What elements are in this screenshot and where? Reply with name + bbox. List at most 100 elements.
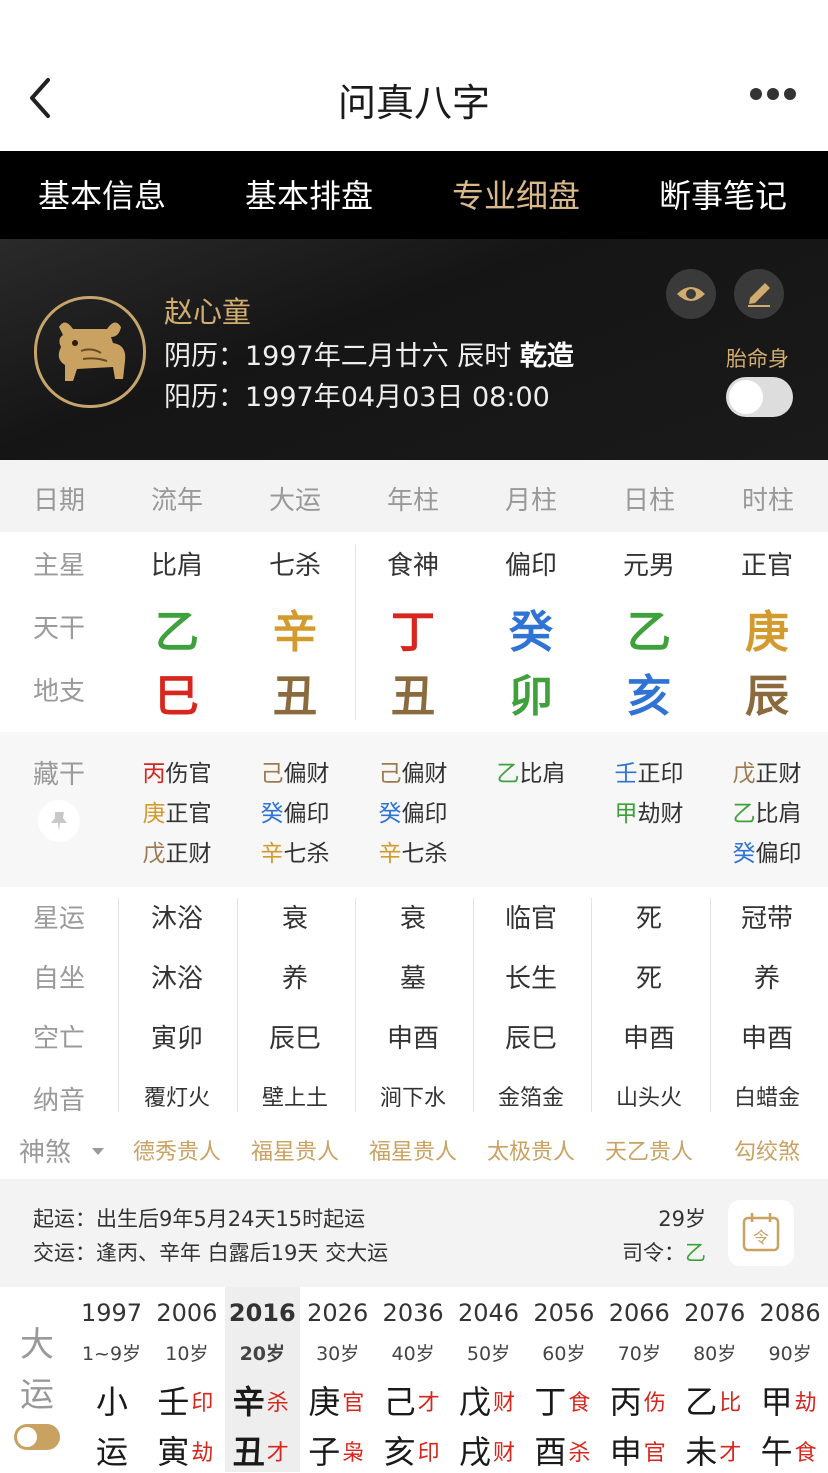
dayun-top-shishen: 伤: [643, 1391, 666, 1416]
canggan-stem: 丙: [142, 761, 166, 787]
calendar-button[interactable]: 令: [728, 1200, 794, 1266]
siling-line: 司令：乙: [622, 1237, 706, 1267]
shensha-cell[interactable]: 德秀贵人: [118, 1134, 236, 1166]
canggan-stem: 辛: [378, 841, 402, 867]
canggan-stem: 戊: [142, 841, 166, 867]
qiyun-label: 起运：: [33, 1207, 96, 1231]
tab-notes[interactable]: 断事笔记: [659, 171, 787, 217]
dayun-bottom-shishen: 杀: [568, 1441, 591, 1466]
edit-button[interactable]: [734, 269, 784, 319]
canggan-stem: 辛: [260, 841, 284, 867]
dayun-bottom-char: 亥: [383, 1433, 416, 1471]
shensha-cell[interactable]: 勾绞煞: [708, 1134, 826, 1166]
dayun-column[interactable]: 1997 1~9岁小运: [74, 1287, 149, 1472]
dayun-top-char: 丁: [534, 1383, 567, 1421]
dizhi-cell[interactable]: 巳: [118, 660, 236, 724]
dayun-column[interactable]: 2016 20岁辛杀丑才: [224, 1287, 300, 1472]
row-label-shensha[interactable]: 神煞: [0, 1132, 90, 1169]
tab-basic-chart[interactable]: 基本排盘: [245, 171, 373, 217]
dayun-top-char: 丙: [609, 1383, 642, 1421]
shensha-cell[interactable]: 福星贵人: [236, 1134, 354, 1166]
row-label-canggan: 藏干: [32, 760, 85, 790]
nayin-cell: 山头火: [615, 1086, 682, 1111]
canggan-stem: 乙: [732, 801, 756, 827]
dayun-age: 40岁: [391, 1343, 435, 1365]
canggan-item: 癸偏印: [236, 794, 354, 828]
dizhi-cell[interactable]: 亥: [590, 660, 708, 724]
tiangan-cell[interactable]: 庚: [708, 596, 826, 660]
canggan-stem: 癸: [378, 801, 402, 827]
qiyun-value: 出生后9年5月24天15时起运: [96, 1207, 366, 1231]
canggan-stem: 己: [260, 761, 284, 787]
shensha-dropdown-icon[interactable]: [91, 1147, 105, 1157]
col-liunian: 流年: [150, 486, 203, 516]
tiangan-cell[interactable]: 乙: [590, 596, 708, 660]
canggan-shishen: 伤官: [165, 761, 212, 787]
dayun-bottom-char: 戌: [459, 1433, 492, 1471]
dayun-top-shishen: 杀: [266, 1391, 289, 1416]
tiangan-cell[interactable]: 乙: [118, 596, 236, 660]
dayun-year: 2086: [759, 1299, 821, 1327]
tab-basic-info[interactable]: 基本信息: [38, 171, 166, 217]
dayun-toggle[interactable]: [14, 1424, 60, 1450]
pin-icon: [51, 812, 67, 831]
dayun-column[interactable]: 2046 50岁戊财戌财: [451, 1287, 526, 1472]
shensha-cell[interactable]: 天乙贵人: [590, 1134, 708, 1166]
dizhi-cell[interactable]: 辰: [708, 660, 826, 724]
gender-label: 乾造: [519, 341, 574, 372]
xingyun-cell: 冠带: [740, 904, 793, 934]
canggan-item: 癸偏印: [354, 794, 472, 828]
dizhi-cell[interactable]: 卯: [472, 660, 590, 724]
jiaoyun-value: 逢丙、辛年 白露后19天 交大运: [96, 1241, 389, 1265]
tiangan-cell[interactable]: 丁: [354, 596, 472, 660]
canggan-stem: 己: [378, 761, 402, 787]
tab-professional-chart[interactable]: 专业细盘: [452, 171, 580, 217]
kongwang-cell: 申酉: [386, 1024, 439, 1054]
zizuo-cell: 养: [753, 964, 780, 994]
canggan-item: 辛七杀: [236, 834, 354, 868]
dayun-top-char: 小: [96, 1383, 129, 1421]
dizhi-cell[interactable]: 丑: [354, 660, 472, 724]
tiangan-cell[interactable]: 辛: [236, 596, 354, 660]
dayun-column[interactable]: 2006 10岁壬印寅劫: [149, 1287, 224, 1472]
shensha-cell[interactable]: 福星贵人: [354, 1134, 472, 1166]
taiming-toggle[interactable]: [726, 377, 793, 417]
dayun-column[interactable]: 2076 80岁乙比未才: [677, 1287, 752, 1472]
dayun-column[interactable]: 2036 40岁己才亥印: [376, 1287, 451, 1472]
dayun-column[interactable]: 2026 30岁庚官子枭: [300, 1287, 375, 1472]
page-title: 问真八字: [337, 81, 490, 125]
zizuo-cell: 死: [635, 964, 662, 994]
more-icon[interactable]: [748, 88, 798, 108]
canggan-shishen: 正印: [637, 761, 684, 787]
dayun-column[interactable]: 2066 70岁丙伤申官: [602, 1287, 677, 1472]
solar-date: 阳历：1997年04月03日 08:00: [164, 375, 550, 414]
view-button[interactable]: [666, 269, 716, 319]
dayun-column[interactable]: 2086 90岁甲劫午食: [753, 1287, 828, 1472]
dayun-bottom-shishen: 食: [794, 1441, 817, 1466]
qiyun-info: 起运：出生后9年5月24天15时起运 交运：逢丙、辛年 白露后19天 交大运 2…: [0, 1179, 828, 1287]
row-label-zhuxing: 主星: [32, 551, 85, 581]
zhuxing-cell: 比肩: [150, 551, 203, 581]
nayin-cell: 涧下水: [379, 1086, 446, 1111]
solar-value: 1997年04月03日 08:00: [245, 382, 550, 413]
canggan-item: 戊正财: [708, 754, 826, 788]
shensha-cell[interactable]: 太极贵人: [472, 1134, 590, 1166]
lunar-date: 阴历：1997年二月廿六 辰时 乾造: [164, 334, 574, 373]
dayun-column[interactable]: 2056 60岁丁食酉杀: [526, 1287, 601, 1472]
pin-button[interactable]: [38, 800, 80, 842]
col-year-pillar: 年柱: [386, 486, 439, 516]
nayin-cell: 覆灯火: [143, 1086, 210, 1111]
row-label-kongwang: 空亡: [32, 1024, 85, 1054]
dayun-label-top: 大: [20, 1325, 54, 1365]
dayun-age: 10岁: [165, 1343, 209, 1365]
eye-icon: [677, 287, 705, 301]
col-day-pillar: 日柱: [622, 486, 675, 516]
dayun-bottom-shishen: 财: [493, 1441, 516, 1466]
canggan-stem: 庚: [142, 801, 166, 827]
xingyun-cell: 死: [635, 904, 662, 934]
zizuo-cell: 长生: [504, 964, 557, 994]
canggan-shishen: 偏印: [755, 841, 802, 867]
tiangan-cell[interactable]: 癸: [472, 596, 590, 660]
dayun-bottom-char: 子: [308, 1433, 341, 1471]
dizhi-cell[interactable]: 丑: [236, 660, 354, 724]
